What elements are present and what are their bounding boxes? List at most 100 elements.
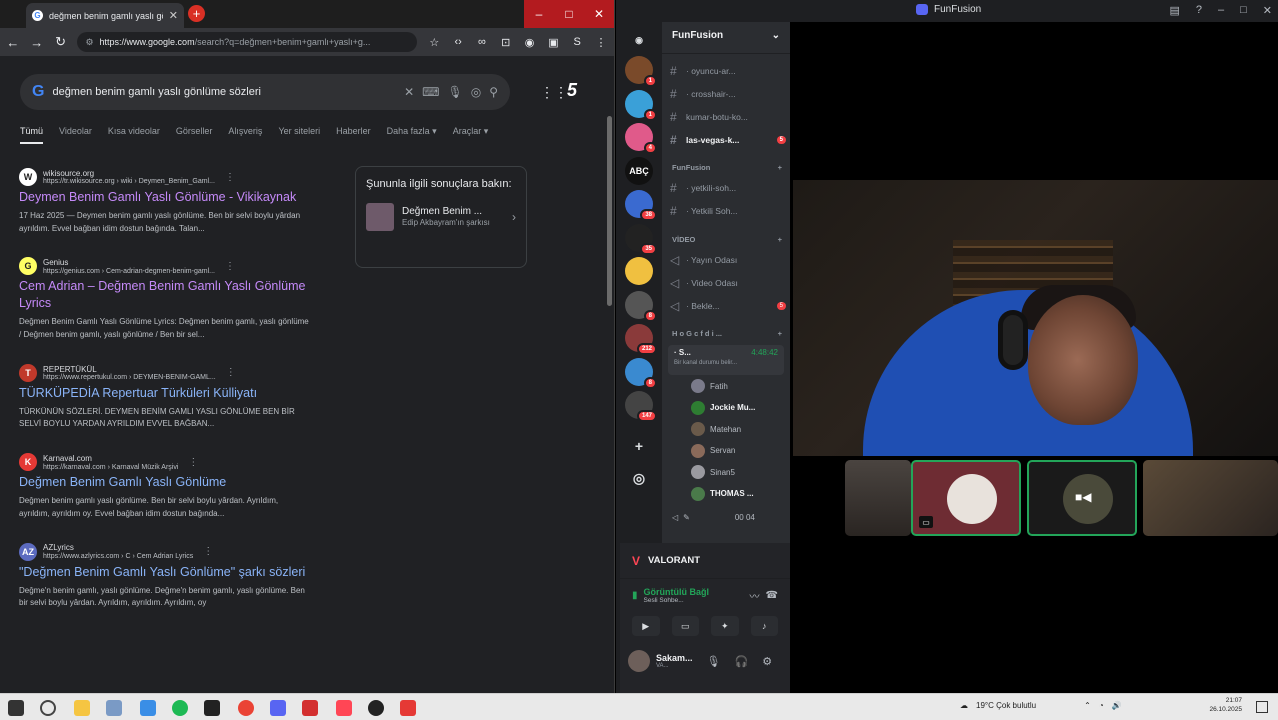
server-icon[interactable]: 4 (625, 123, 657, 154)
channel-category[interactable]: VİDEO + (672, 235, 782, 244)
result-title-link[interactable]: Değmen Benim Gamlı Yaslı Gönlüme (19, 474, 309, 491)
clear-icon[interactable]: ✕ (404, 85, 414, 99)
keyboard-icon[interactable]: ⌨ (422, 85, 439, 99)
voice-user[interactable]: Servan (691, 443, 735, 458)
server-icon[interactable]: 1 (625, 56, 657, 87)
voice-channel[interactable]: ◁ · Video Odası (670, 276, 786, 290)
search-icon[interactable] (40, 700, 56, 716)
microphone-icon[interactable]: 🎙 (707, 655, 721, 668)
text-channel[interactable]: # las-vegas-k... 5 (670, 133, 786, 147)
disconnect-icon[interactable]: ☎ (766, 590, 778, 601)
participant-tile[interactable] (1143, 460, 1278, 536)
more-options-icon[interactable]: ⋮ (225, 261, 235, 272)
server-icon[interactable]: 8 (625, 357, 657, 389)
back-icon[interactable]: ← (6, 35, 20, 50)
clock[interactable]: 21:07 26.10.2025 (1209, 697, 1242, 715)
main-video-stream[interactable] (793, 180, 1278, 456)
result-title-link[interactable]: Cem Adrian – Değmen Benim Gamlı Yaslı Gö… (19, 278, 309, 312)
notification-icon[interactable] (1256, 701, 1268, 713)
connection-status[interactable]: Görüntülü Bağl (644, 587, 710, 597)
related-item[interactable]: Değmen Benim ... Edip Akbayram'ın şarkıs… (366, 202, 516, 231)
browser-tab[interactable]: G değmen benim gamlı yaslı göı ✕ (26, 3, 184, 28)
address-bar[interactable]: ⚙ https://www.google.com/search?q=değmen… (77, 32, 418, 52)
spotify-icon[interactable] (172, 700, 188, 716)
headphones-icon[interactable]: 🎧 (735, 655, 749, 668)
search-tab[interactable]: Araçlar ▾ (453, 126, 489, 144)
search-tab[interactable]: Videolar (59, 126, 92, 144)
search-tab[interactable]: Yer siteleri (278, 126, 320, 144)
noise-suppression-icon[interactable]: 〰 (750, 588, 760, 603)
network-icon[interactable]: ◔ (1099, 701, 1104, 710)
gear-icon[interactable]: ⚙ (762, 655, 772, 668)
soundboard-button[interactable]: ♪ (750, 616, 778, 636)
result-source[interactable]: T REPERTÜKÜL https://www.repertukul.com … (19, 363, 309, 382)
voice-channel-extra[interactable]: ◁ ✎ 00 04 (672, 513, 755, 522)
voice-user[interactable]: THOMAS ... (691, 486, 754, 501)
result-source[interactable]: G Genius https://genius.com › Cem-adrian… (19, 257, 309, 276)
app-icon[interactable] (400, 700, 416, 716)
search-tab[interactable]: Daha fazla ▾ (387, 126, 437, 144)
help-icon[interactable]: ? (1196, 4, 1202, 17)
text-channel[interactable]: # · crosshair-... (670, 87, 786, 101)
active-voice-channel[interactable]: · S... 4:48:42 Bir kanal durumu belir... (668, 345, 784, 375)
result-title-link[interactable]: Deymen Benim Gamlı Yaslı Gönlüme - Vikik… (19, 189, 309, 206)
voice-channel[interactable]: ◁ · Bekle... 5 (670, 299, 786, 313)
search-input[interactable]: değmen benim gamlı yaslı gönlüme sözleri (52, 86, 396, 98)
result-source[interactable]: W wikisource.org https://tr.wikisource.o… (19, 168, 309, 186)
more-options-icon[interactable]: ⋮ (188, 457, 198, 468)
result-source[interactable]: AZ AZLyrics https://www.azlyrics.com › C… (19, 542, 309, 561)
weather-text[interactable]: 19°C Çok bulutlu (976, 701, 1036, 710)
server-icon[interactable]: 147 (625, 391, 657, 422)
minimize-button[interactable]: – (1218, 4, 1224, 17)
add-server-icon[interactable]: + (625, 432, 653, 460)
participant-tile[interactable]: ■◀ (1027, 460, 1137, 536)
camera-button[interactable]: ▶ (632, 616, 660, 636)
link-icon[interactable]: ∞ (475, 36, 489, 48)
search-icon[interactable]: ⚲ (489, 85, 498, 99)
code-icon[interactable]: ‹› (451, 36, 465, 48)
channel-category[interactable]: FunFusion + (672, 163, 782, 172)
server-icon[interactable]: 1 (625, 89, 657, 121)
activity-row[interactable]: V VALORANT (620, 543, 790, 579)
file-explorer-icon[interactable] (74, 700, 90, 716)
s5-extension-icon[interactable]: S (570, 36, 584, 48)
voice-user[interactable]: Matehan (691, 422, 741, 436)
result-title-link[interactable]: TÜRKÜPEDİA Repertuar Türküleri Külliyatı (19, 385, 309, 402)
close-window-button[interactable]: ✕ (1263, 4, 1272, 17)
search-tab[interactable]: Tümü (20, 126, 44, 144)
new-tab-button[interactable]: + (188, 5, 205, 22)
apps-grid-icon[interactable]: ⋮⋮ (540, 84, 568, 101)
participant-tile[interactable]: ▭ (911, 460, 1021, 536)
app-icon[interactable] (302, 700, 318, 716)
notepad-icon[interactable] (106, 700, 122, 716)
search-tab[interactable]: Haberler (336, 126, 371, 144)
page-scrollbar[interactable] (607, 116, 612, 306)
menu-icon[interactable]: ⋮ (594, 36, 608, 49)
server-header[interactable]: FunFusion ⌄ (662, 22, 790, 54)
forward-icon[interactable]: → (30, 35, 44, 50)
screen-share-button[interactable]: ▭ (671, 616, 699, 636)
valorant-icon[interactable] (336, 700, 352, 716)
server-icon[interactable]: ABÇ (625, 156, 653, 185)
volume-icon[interactable]: 🔊 (1112, 701, 1122, 710)
participant-tile[interactable] (845, 460, 911, 536)
app-icon[interactable] (368, 700, 384, 716)
inbox-icon[interactable]: ▤ (1169, 4, 1179, 17)
server-icon[interactable]: 212 (625, 324, 657, 355)
bookmark-star-icon[interactable]: ☆ (427, 36, 441, 49)
channel-category[interactable]: H o G c f d i ... + (672, 329, 782, 338)
server-icon[interactable]: 35 (625, 223, 657, 255)
voice-user[interactable]: Jockie Mu... (691, 400, 755, 415)
tab-search-icon[interactable]: ▣ (547, 36, 561, 49)
text-channel[interactable]: # · Yetkili Soh... (670, 204, 786, 218)
site-info-icon[interactable]: ⚙ (85, 37, 93, 48)
lens-icon[interactable]: ◎ (471, 85, 481, 99)
account-avatar[interactable]: 5 (567, 80, 587, 102)
search-box[interactable]: G değmen benim gamlı yaslı gönlüme sözle… (20, 74, 510, 110)
chrome-icon[interactable] (238, 700, 254, 716)
more-options-icon[interactable]: ⋮ (203, 546, 213, 557)
reload-icon[interactable]: ↻ (54, 34, 68, 50)
voice-user[interactable]: Sinan5 (691, 465, 735, 479)
extension-icon[interactable]: ◉ (523, 36, 537, 49)
server-icon[interactable]: 8 (625, 290, 657, 322)
